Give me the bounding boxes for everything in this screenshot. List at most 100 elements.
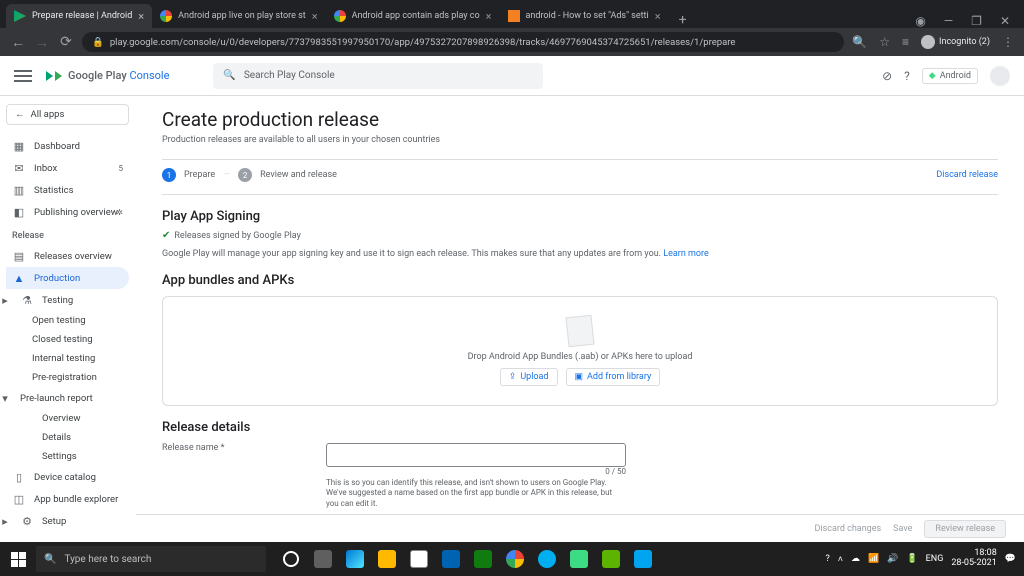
- close-icon[interactable]: ×: [312, 10, 318, 23]
- dropzone-text: Drop Android App Bundles (.aab) or APKs …: [468, 352, 693, 362]
- volume-icon[interactable]: 🔊: [887, 554, 898, 564]
- browser-tab[interactable]: Android app live on play store st ×: [152, 4, 325, 28]
- cloud-icon[interactable]: ☁: [851, 554, 860, 564]
- battery-icon[interactable]: 🔋: [906, 554, 917, 564]
- avatar[interactable]: [990, 66, 1010, 86]
- back-icon[interactable]: ←: [10, 34, 26, 51]
- taskbar-app[interactable]: [340, 542, 370, 576]
- page-title: Create production release: [162, 108, 998, 131]
- add-from-library-button[interactable]: ▣Add from library: [566, 368, 661, 386]
- sidebar-item-statistics[interactable]: ▥Statistics: [6, 179, 129, 201]
- logo[interactable]: Google Play Console: [46, 69, 169, 82]
- app-icon: [474, 550, 492, 568]
- sidebar-item-settings[interactable]: Settings: [6, 447, 129, 466]
- overview-icon: ▤: [12, 249, 26, 263]
- close-icon[interactable]: ×: [486, 10, 492, 23]
- taskbar-app[interactable]: [468, 542, 498, 576]
- sidebar-item-production[interactable]: ▲Production: [6, 267, 129, 289]
- check-icon: ✔: [162, 230, 170, 241]
- browser-menu-icon[interactable]: ⋮: [1002, 35, 1014, 49]
- store-icon: [442, 550, 460, 568]
- sidebar-item-internal-testing[interactable]: Internal testing: [6, 349, 129, 368]
- search-engine-icon[interactable]: 🔍: [852, 35, 867, 49]
- close-icon[interactable]: ×: [138, 10, 144, 23]
- browser-tab[interactable]: Android app contain ads play co ×: [326, 4, 500, 28]
- language-indicator[interactable]: ENG: [926, 554, 944, 564]
- sidebar-label: Pre-registration: [32, 372, 97, 383]
- close-window-icon[interactable]: ✕: [1000, 14, 1010, 28]
- discard-changes-button[interactable]: Discard changes: [815, 524, 882, 534]
- save-button[interactable]: Save: [893, 524, 912, 534]
- taskbar-app[interactable]: [308, 542, 338, 576]
- discard-release-link[interactable]: Discard release: [936, 170, 998, 180]
- main-content: Create production release Production rel…: [136, 96, 1024, 542]
- sidebar-item-closed-testing[interactable]: Closed testing: [6, 330, 129, 349]
- sidebar-item-setup[interactable]: ▸⚙Setup: [6, 510, 129, 532]
- browser-tab[interactable]: android - How to set "Ads" setti ×: [500, 4, 669, 28]
- taskbar-app[interactable]: [532, 542, 562, 576]
- learn-more-link[interactable]: Learn more: [663, 249, 709, 259]
- taskbar-search[interactable]: 🔍Type here to search: [36, 546, 266, 572]
- chrome-icon: [506, 550, 524, 568]
- sidebar-item-overview[interactable]: Overview: [6, 409, 129, 428]
- sidebar-item-open-testing[interactable]: Open testing: [6, 311, 129, 330]
- record-icon[interactable]: ◉: [915, 14, 925, 28]
- taskbar-app[interactable]: [404, 542, 434, 576]
- upload-icon: ⇪: [509, 372, 517, 382]
- clock[interactable]: 18:0828-05-2021: [951, 549, 996, 569]
- gear-icon: ⚙: [20, 514, 34, 528]
- forward-icon[interactable]: →: [34, 34, 50, 51]
- star-icon[interactable]: ☆: [879, 35, 890, 49]
- close-icon[interactable]: ×: [655, 10, 661, 23]
- settings-small-icon: ✲: [116, 208, 123, 217]
- taskbar-app[interactable]: [436, 542, 466, 576]
- start-button[interactable]: [0, 542, 36, 576]
- chevron-up-icon[interactable]: ˄: [838, 554, 843, 565]
- search-input[interactable]: 🔍 Search Play Console: [213, 63, 543, 89]
- sidebar-label: Pre-launch report: [20, 393, 93, 404]
- taskbar-app[interactable]: [500, 542, 530, 576]
- reading-list-icon[interactable]: ≡: [902, 35, 909, 49]
- wifi-icon[interactable]: 📶: [868, 554, 879, 564]
- help-icon[interactable]: ?: [904, 69, 910, 83]
- google-icon: [334, 10, 346, 22]
- sidebar-item-releases-overview[interactable]: ▤Releases overview: [6, 245, 129, 267]
- sidebar-item-publishing[interactable]: ◧ Publishing overview✲: [6, 201, 129, 223]
- chart-icon: ▥: [12, 183, 26, 197]
- sidebar-label: Publishing overview: [34, 207, 118, 218]
- review-release-button[interactable]: Review release: [924, 520, 1006, 538]
- upload-button[interactable]: ⇪Upload: [500, 368, 558, 386]
- help-tray-icon[interactable]: ?: [825, 554, 829, 564]
- sidebar-item-details[interactable]: Details: [6, 428, 129, 447]
- sidebar-item-bundle-explorer[interactable]: ◫App bundle explorer: [6, 488, 129, 510]
- sidebar-item-device-catalog[interactable]: ▯Device catalog: [6, 466, 129, 488]
- release-name-input[interactable]: [326, 443, 626, 467]
- sidebar-item-inbox[interactable]: ✉Inbox5: [6, 157, 129, 179]
- app-chip[interactable]: ◆Android: [922, 68, 978, 84]
- edge-icon: [346, 550, 364, 568]
- menu-icon[interactable]: [14, 70, 32, 82]
- library-label: Add from library: [587, 372, 651, 382]
- sidebar-item-pre-registration[interactable]: Pre-registration: [6, 368, 129, 387]
- mail-icon: [410, 550, 428, 568]
- reload-icon[interactable]: ⟳: [58, 34, 74, 50]
- taskbar-app[interactable]: [596, 542, 626, 576]
- sidebar-item-prelaunch[interactable]: ▾Pre-launch report: [6, 387, 129, 409]
- link-icon[interactable]: ⊘: [882, 69, 892, 83]
- taskbar-app[interactable]: [372, 542, 402, 576]
- maximize-icon[interactable]: ❐: [971, 14, 982, 28]
- upload-dropzone[interactable]: Drop Android App Bundles (.aab) or APKs …: [162, 296, 998, 406]
- section-heading: Release details: [162, 420, 998, 435]
- sidebar-item-dashboard[interactable]: ▦Dashboard: [6, 135, 129, 157]
- taskbar-app[interactable]: [276, 542, 306, 576]
- taskbar-app[interactable]: [564, 542, 594, 576]
- minimize-icon[interactable]: —: [944, 14, 953, 28]
- notifications-icon[interactable]: 💬: [1005, 554, 1016, 564]
- url-input[interactable]: 🔒 play.google.com/console/u/0/developers…: [82, 32, 844, 52]
- sidebar-item-testing[interactable]: ▸⚗Testing: [6, 289, 129, 311]
- publish-icon: ◧: [12, 205, 26, 219]
- taskbar-app[interactable]: [628, 542, 658, 576]
- all-apps-button[interactable]: ←All apps: [6, 104, 129, 125]
- browser-tab[interactable]: Prepare release | Android ×: [6, 4, 152, 28]
- new-tab-button[interactable]: +: [669, 12, 697, 28]
